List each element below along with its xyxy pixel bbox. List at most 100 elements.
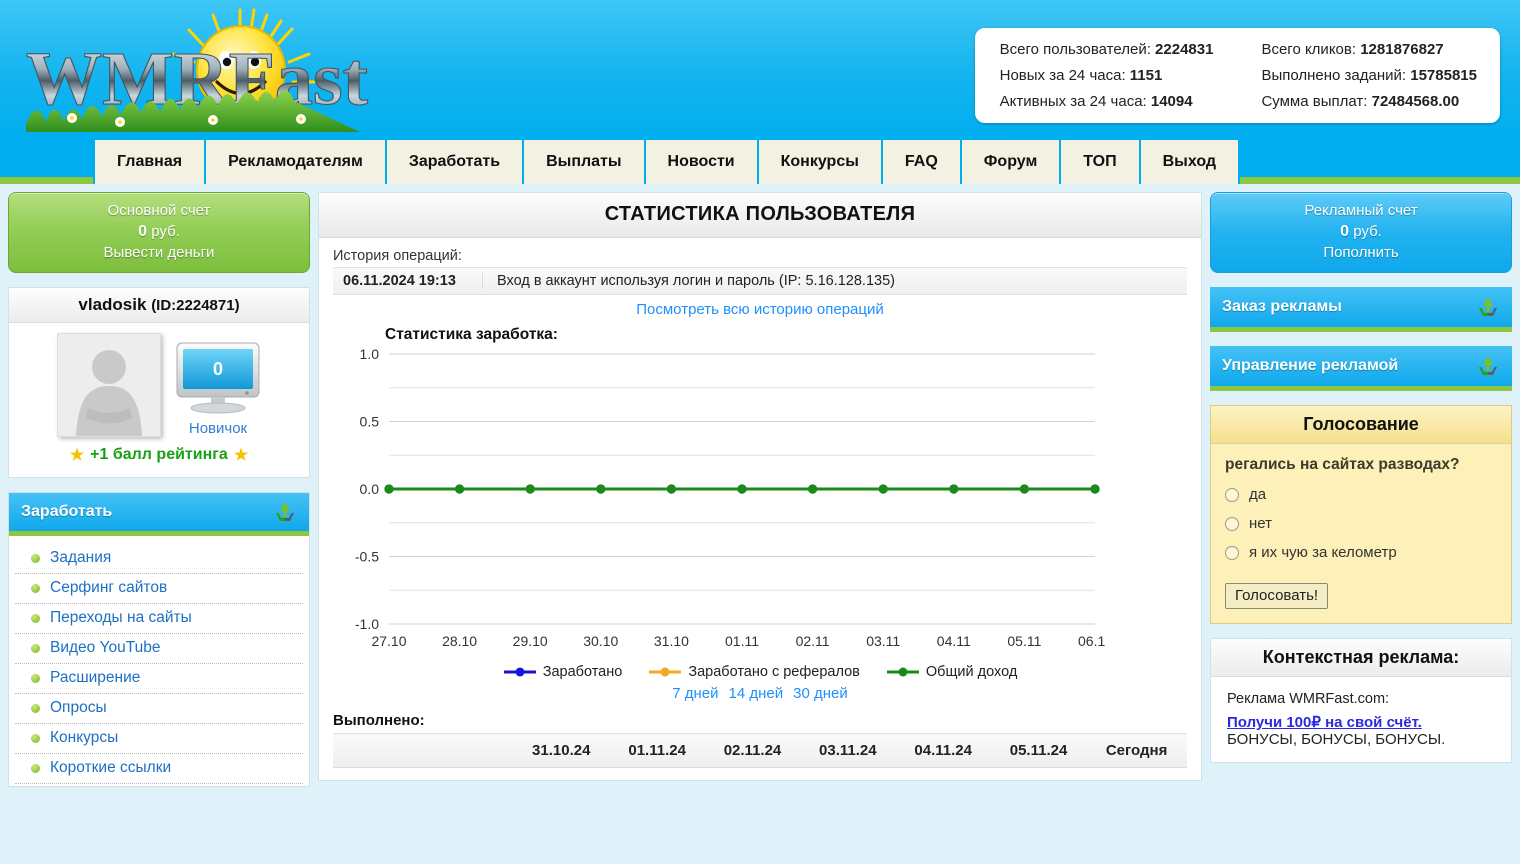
poll-question: регались на сайтах разводах? bbox=[1225, 456, 1460, 474]
menu-item-label[interactable]: Переходы на сайты bbox=[50, 609, 192, 627]
nav-tab-konkursy[interactable]: Конкурсы bbox=[758, 140, 883, 184]
nav-tab-zarabotat[interactable]: Заработать bbox=[386, 140, 525, 184]
menu-item-label[interactable]: Расширение bbox=[50, 669, 140, 687]
svg-text:03.11: 03.11 bbox=[866, 633, 900, 649]
period-link-7[interactable]: 7 дней bbox=[672, 685, 718, 702]
legend-label: Заработано с рефералов bbox=[688, 664, 860, 680]
menu-item-label[interactable]: Видео YouTube bbox=[50, 639, 161, 657]
stat-label: Всего пользователей: bbox=[999, 41, 1151, 58]
bullet-icon bbox=[31, 553, 40, 563]
avatar[interactable] bbox=[57, 333, 161, 438]
context-ads-body: Реклама WMRFast.com: Получи 100₽ на свой… bbox=[1211, 677, 1511, 762]
svg-text:28.10: 28.10 bbox=[442, 633, 477, 649]
bullet-icon bbox=[31, 763, 40, 773]
site-header: WMRFast Всего пользователей: 2224831 Нов… bbox=[0, 0, 1520, 140]
nav-tab-faq[interactable]: FAQ bbox=[882, 140, 962, 184]
main-balance-value: 0 bbox=[138, 223, 148, 241]
recycle-icon bbox=[1479, 356, 1497, 376]
radio-icon[interactable] bbox=[1225, 487, 1239, 502]
nav-tab-vyhod[interactable]: Выход bbox=[1140, 140, 1241, 184]
svg-text:-0.5: -0.5 bbox=[355, 549, 379, 565]
period-link-14[interactable]: 14 дней bbox=[729, 685, 784, 702]
done-col-31-10: 31.10.24 bbox=[513, 733, 610, 768]
chart-legend: Заработано Заработано с рефералов Общий … bbox=[333, 664, 1187, 680]
nav-tab-reklamodatelyam[interactable]: Рекламодателям bbox=[206, 140, 387, 184]
stat-value: 2224831 bbox=[1155, 41, 1214, 58]
avatar-placeholder-icon bbox=[58, 334, 160, 437]
view-all-history-link[interactable]: Посмотреть всю историю операций bbox=[636, 301, 883, 318]
legend-label: Заработано bbox=[542, 664, 623, 680]
nav-tab-forum[interactable]: Форум bbox=[961, 140, 1062, 184]
legend-marker-icon bbox=[503, 667, 536, 677]
ad-balance-button[interactable]: Рекламный счет 0 руб. Пополнить bbox=[1210, 192, 1512, 274]
chart-period-links: 7 дней 14 дней 30 дней bbox=[333, 685, 1187, 702]
menu-item-konkursy[interactable]: Конкурсы bbox=[15, 724, 303, 755]
stat-label: Выполнено заданий: bbox=[1261, 67, 1407, 84]
history-text: Вход в аккаунт используя логин и пароль … bbox=[497, 273, 895, 289]
done-col-05-11: 05.11.24 bbox=[990, 733, 1087, 768]
menu-item-serfing[interactable]: Серфинг сайтов bbox=[15, 574, 303, 605]
svg-text:27.10: 27.10 bbox=[371, 633, 406, 649]
manage-ad-button[interactable]: Управление рекламой bbox=[1210, 346, 1512, 392]
menu-item-label[interactable]: Задания bbox=[50, 549, 111, 567]
order-ad-button[interactable]: Заказ рекламы bbox=[1210, 287, 1512, 333]
radio-icon[interactable] bbox=[1225, 516, 1239, 531]
nav-tab-glavnaya[interactable]: Главная bbox=[93, 140, 207, 184]
stat-value: 15785815 bbox=[1410, 67, 1477, 84]
profile-body: 0 Новичок ★ +1 балл рейтинга ★ bbox=[9, 323, 309, 477]
menu-item-label[interactable]: Короткие ссылки bbox=[50, 759, 171, 777]
menu-item-zadaniya[interactable]: Задания bbox=[15, 544, 303, 575]
nav-tab-vyplaty[interactable]: Выплаты bbox=[524, 140, 646, 184]
context-ads-title: Контекстная реклама: bbox=[1211, 639, 1511, 678]
svg-text:04.11: 04.11 bbox=[937, 633, 971, 649]
radio-icon[interactable] bbox=[1225, 545, 1239, 560]
table-header-row: 31.10.24 01.11.24 02.11.24 03.11.24 04.1… bbox=[333, 733, 1187, 768]
page-body: Основной счет 0 руб. Вывести деньги vlad… bbox=[0, 184, 1520, 788]
legend-item-earned: Заработано bbox=[503, 664, 623, 680]
menu-item-rasshirenie[interactable]: Расширение bbox=[15, 664, 303, 695]
nav-tab-list: Главная Рекламодателям Заработать Выплат… bbox=[93, 140, 1241, 184]
svg-text:30.10: 30.10 bbox=[583, 633, 618, 649]
menu-item-perehody[interactable]: Переходы на сайты bbox=[15, 604, 303, 635]
menu-item-video-youtube[interactable]: Видео YouTube bbox=[15, 634, 303, 665]
user-status-label: Новичок bbox=[188, 420, 248, 438]
monitor-value-text: 0 bbox=[213, 359, 223, 379]
done-col-03-11: 03.11.24 bbox=[800, 733, 896, 768]
legend-item-referrals: Заработано с рефералов bbox=[648, 664, 860, 680]
menu-item-label[interactable]: Опросы bbox=[50, 699, 107, 717]
menu-item-label[interactable]: Серфинг сайтов bbox=[50, 579, 167, 597]
profile-user-id: (ID:2224871) bbox=[151, 297, 240, 315]
stat-label: Активных за 24 часа: bbox=[999, 93, 1147, 110]
poll-option-yes[interactable]: да bbox=[1225, 486, 1497, 503]
context-ad-link[interactable]: Получи 100₽ на свой счёт. bbox=[1227, 713, 1495, 731]
star-icon-right: ★ bbox=[233, 447, 249, 465]
main-balance-button[interactable]: Основной счет 0 руб. Вывести деньги bbox=[8, 192, 310, 274]
menu-item-korotkie-ssylki[interactable]: Короткие ссылки bbox=[15, 754, 303, 785]
profile-username: vladosik bbox=[78, 295, 147, 315]
poll-option-label: нет bbox=[1249, 515, 1272, 533]
poll-option-no[interactable]: нет bbox=[1225, 515, 1497, 532]
user-stats-panel: СТАТИСТИКА ПОЛЬЗОВАТЕЛЯ История операций… bbox=[318, 192, 1202, 781]
menu-item-label[interactable]: Конкурсы bbox=[50, 729, 118, 747]
period-link-30[interactable]: 30 дней bbox=[793, 685, 848, 702]
recycle-icon bbox=[1479, 297, 1497, 317]
topup-link[interactable]: Пополнить bbox=[1215, 243, 1507, 263]
main-balance-title: Основной счет bbox=[107, 202, 211, 219]
poll-option-smell[interactable]: я их чую за келометр bbox=[1225, 544, 1497, 561]
history-link-wrap: Посмотреть всю историю операций bbox=[333, 301, 1187, 318]
menu-item-oprosy[interactable]: Опросы bbox=[15, 694, 303, 725]
poll-option-label: да bbox=[1249, 486, 1267, 504]
nav-tab-novosti[interactable]: Новости bbox=[645, 140, 759, 184]
withdraw-link[interactable]: Вывести деньги bbox=[13, 243, 305, 263]
poll-option-label: я их чую за келометр bbox=[1249, 544, 1397, 562]
stat-label: Новых за 24 часа: bbox=[999, 67, 1126, 84]
svg-text:02.11: 02.11 bbox=[796, 633, 830, 649]
logo-svg: WMRFast bbox=[25, 8, 368, 132]
vote-button[interactable]: Голосовать! bbox=[1225, 583, 1329, 610]
svg-text:29.10: 29.10 bbox=[513, 633, 548, 649]
rating-line: ★ +1 балл рейтинга ★ bbox=[21, 445, 297, 465]
site-logo[interactable]: WMRFast bbox=[8, 8, 378, 140]
ad-balance-title: Рекламный счет bbox=[1304, 202, 1418, 219]
main-panel-body: История операций: 06.11.2024 19:13 Вход … bbox=[319, 238, 1201, 780]
nav-tab-top[interactable]: ТОП bbox=[1061, 140, 1141, 184]
